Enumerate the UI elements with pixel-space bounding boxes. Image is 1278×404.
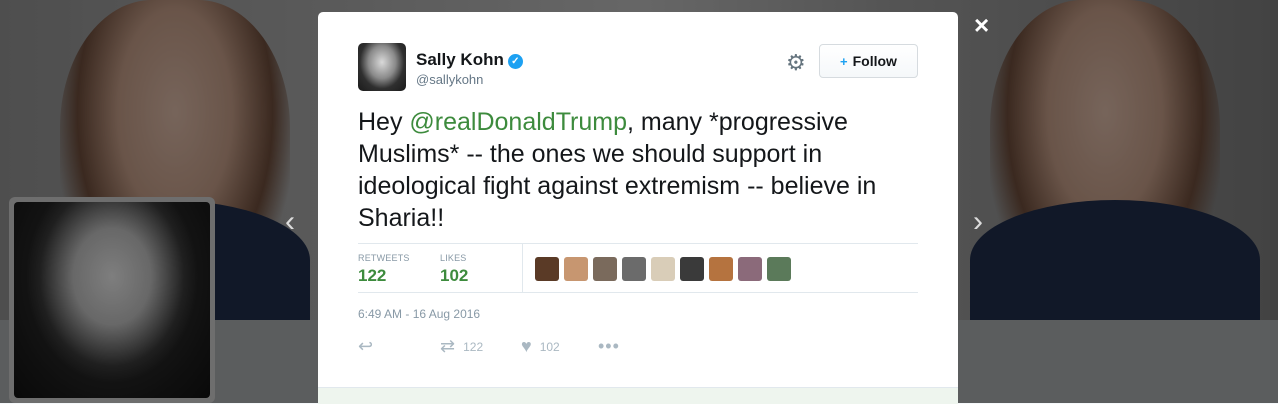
like-button[interactable]: ♥ 102 (521, 336, 560, 357)
verified-badge-icon: ✓ (507, 54, 523, 69)
like-count: 102 (539, 339, 560, 354)
liker-avatar[interactable] (709, 257, 733, 281)
author-name-text: Sally Kohn (416, 50, 504, 69)
retweets-stat[interactable]: RETWEETS 122 (358, 253, 410, 286)
mention-link[interactable]: @realDonaldTrump (409, 108, 627, 136)
add-user-icon: + (840, 53, 848, 69)
liker-avatar[interactable] (564, 257, 588, 281)
reply-button[interactable]: ↩ (358, 336, 373, 357)
next-arrow-icon[interactable]: › (973, 205, 983, 239)
liker-avatar[interactable] (535, 257, 559, 281)
liker-avatar[interactable] (680, 257, 704, 281)
likes-label: LIKES (440, 253, 467, 263)
tweet-stats: RETWEETS 122 LIKES 102 (358, 243, 918, 293)
tweet-author-avatar[interactable] (358, 43, 406, 91)
likes-count: 102 (440, 266, 469, 285)
tweet-text-prefix: Hey (358, 108, 410, 136)
liker-avatar[interactable] (767, 257, 791, 281)
retweet-count: 122 (463, 339, 484, 354)
gear-icon[interactable]: ⚙ (786, 50, 806, 76)
reply-icon: ↩ (358, 336, 374, 356)
tweet-timestamp[interactable]: 6:49 AM - 16 Aug 2016 (358, 307, 480, 321)
more-icon: ••• (598, 336, 620, 356)
close-icon[interactable]: × (974, 10, 989, 41)
likes-stat[interactable]: LIKES 102 (440, 253, 468, 286)
follow-button[interactable]: + Follow (819, 44, 918, 78)
previous-arrow-icon[interactable]: ‹ (285, 205, 295, 239)
tweet-modal: Sally Kohn ✓ @sallykohn ⚙ + Follow Hey @r… (318, 12, 958, 404)
reply-box-strip (318, 387, 958, 404)
heart-icon: ♥ (521, 336, 532, 356)
liker-avatar[interactable] (651, 257, 675, 281)
more-button[interactable]: ••• (598, 336, 620, 357)
retweets-count: 122 (358, 266, 387, 285)
retweet-icon: ⇄ (440, 336, 456, 356)
tweet-author-handle[interactable]: @sallykohn (416, 72, 483, 87)
tweet-author-name[interactable]: Sally Kohn ✓ (416, 50, 523, 70)
liker-avatar[interactable] (738, 257, 762, 281)
liker-avatar[interactable] (622, 257, 646, 281)
retweet-button[interactable]: ⇄ 122 (440, 336, 483, 357)
tweet-text: Hey @realDonaldTrump, many *progressive … (358, 106, 918, 234)
follow-label: Follow (852, 53, 897, 69)
stats-divider (522, 244, 523, 292)
liker-avatar[interactable] (593, 257, 617, 281)
retweets-label: RETWEETS (358, 253, 410, 263)
